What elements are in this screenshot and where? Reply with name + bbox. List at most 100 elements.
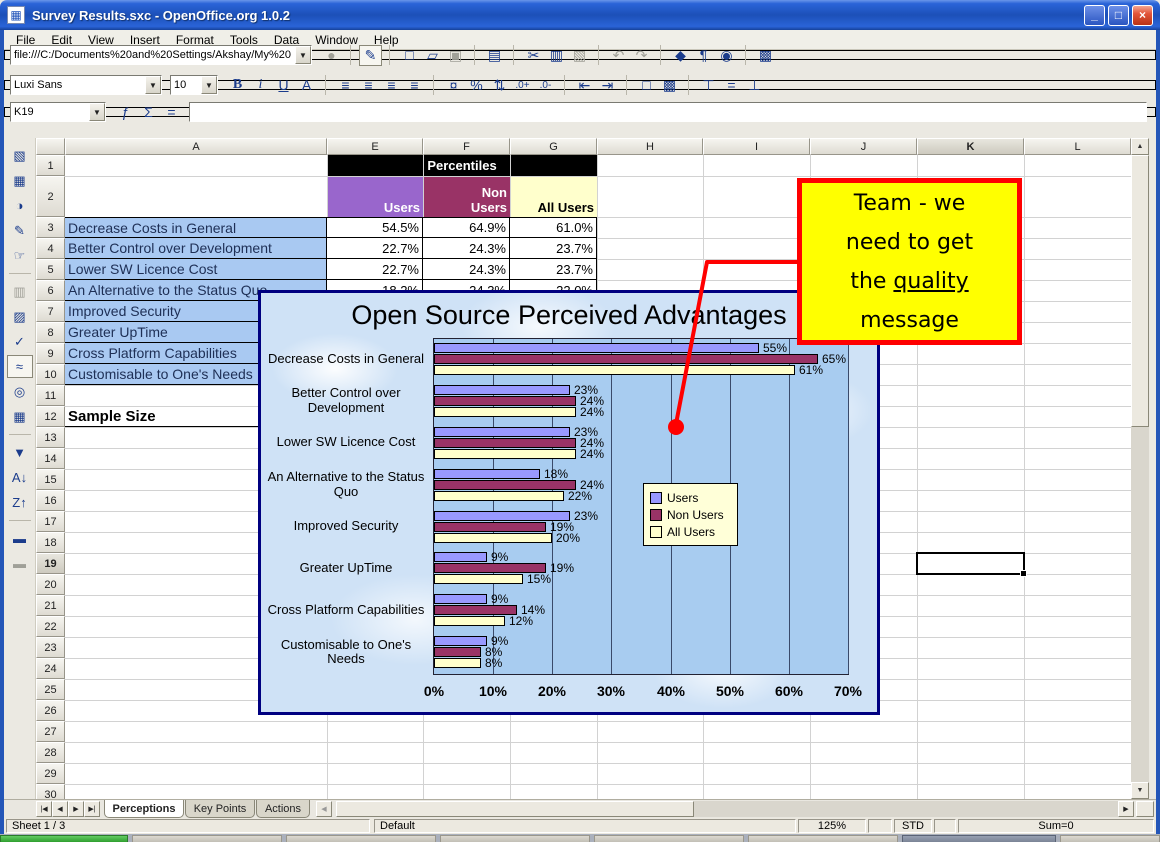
row-header-20[interactable]: 20 (36, 574, 65, 595)
taskbar-window-button[interactable] (902, 835, 1056, 842)
value-cell[interactable]: 61.0% (510, 217, 597, 238)
find-icon[interactable]: ◎ (7, 380, 33, 403)
auto-spellcheck-icon[interactable]: ≈ (7, 355, 33, 378)
row-header-13[interactable]: 13 (36, 427, 65, 448)
percentiles-header-cell[interactable]: Percentiles (327, 155, 597, 176)
spellcheck-icon[interactable]: ✓ (7, 330, 33, 353)
chart-object[interactable]: Open Source Perceived Advantages Decreas… (258, 290, 880, 715)
data-sources-icon[interactable]: ▦ (7, 405, 33, 428)
decrease-indent-icon[interactable]: ⇤ (573, 75, 596, 96)
select-all-corner[interactable] (36, 138, 65, 155)
selected-cell-k19[interactable] (916, 552, 1025, 575)
taskbar-window-button[interactable] (1060, 835, 1160, 842)
edit-file-icon[interactable]: ✎ (359, 45, 382, 66)
row-header-27[interactable]: 27 (36, 721, 65, 742)
scroll-right-icon[interactable]: ▶ (1118, 801, 1134, 817)
formula-input-line[interactable] (189, 102, 1147, 122)
url-input[interactable] (11, 47, 295, 63)
column-header-f[interactable]: F (423, 138, 510, 155)
row-header-9[interactable]: 9 (36, 343, 65, 364)
number-percent-icon[interactable]: % (465, 75, 488, 96)
url-combobox[interactable]: ▼ (10, 45, 312, 65)
all-users-header-cell[interactable]: All Users (510, 176, 597, 217)
font-size-input[interactable] (171, 77, 201, 93)
new-document-icon[interactable]: □ (398, 45, 421, 66)
align-vcenter-icon[interactable]: = (720, 75, 743, 96)
insert-object-icon[interactable]: ◑ (7, 194, 33, 217)
italic-icon[interactable]: i (249, 75, 272, 96)
value-cell[interactable]: 54.5% (327, 217, 423, 238)
column-header-h[interactable]: H (597, 138, 703, 155)
number-standard-icon[interactable]: ⇅ (488, 75, 511, 96)
tab-perceptions[interactable]: Perceptions (104, 800, 184, 818)
tab-key-points[interactable]: Key Points (185, 800, 255, 818)
insert-cells-icon[interactable]: ▦ (7, 169, 33, 192)
row-header-23[interactable]: 23 (36, 637, 65, 658)
column-header-a[interactable]: A (65, 138, 327, 155)
row-header-8[interactable]: 8 (36, 322, 65, 343)
row-header-11[interactable]: 11 (36, 385, 65, 406)
row-header-15[interactable]: 15 (36, 469, 65, 490)
value-cell[interactable]: 64.9% (423, 217, 510, 238)
row-label-cell[interactable]: Better Control over Development (65, 238, 327, 259)
taskbar-window-button[interactable] (594, 835, 744, 842)
vertical-scroll-thumb[interactable] (1131, 155, 1149, 427)
row-header-25[interactable]: 25 (36, 679, 65, 700)
row-label-cell[interactable]: Decrease Costs in General (65, 217, 327, 238)
row-header-10[interactable]: 10 (36, 364, 65, 385)
row-header-22[interactable]: 22 (36, 616, 65, 637)
row-header-3[interactable]: 3 (36, 217, 65, 238)
last-sheet-icon[interactable]: ▶| (84, 801, 100, 817)
gallery-icon[interactable]: ▩ (754, 45, 777, 66)
split-window-icon[interactable]: ▬ (7, 527, 33, 550)
row-header-28[interactable]: 28 (36, 742, 65, 763)
print-icon[interactable]: ▤ (483, 45, 506, 66)
name-box-dropdown-icon[interactable]: ▼ (89, 103, 105, 121)
align-bottom-icon[interactable]: ⊥ (743, 75, 766, 96)
open-icon[interactable]: ▱ (421, 45, 444, 66)
font-size-combobox[interactable]: ▼ (170, 75, 218, 95)
users-header-cell[interactable]: Users (327, 176, 423, 217)
column-header-i[interactable]: I (703, 138, 810, 155)
taskbar-start-button[interactable] (0, 835, 128, 842)
copy-icon[interactable]: ▥ (545, 45, 568, 66)
value-cell[interactable]: 24.3% (423, 259, 510, 280)
next-sheet-icon[interactable]: ▶ (68, 801, 84, 817)
value-cell[interactable]: 22.7% (327, 259, 423, 280)
row-header-26[interactable]: 26 (36, 700, 65, 721)
row-header-6[interactable]: 6 (36, 280, 65, 301)
function-wizard-icon[interactable]: ƒ (114, 102, 137, 123)
callout-note[interactable]: Team - we need to get the quality messag… (797, 178, 1022, 345)
row-header-5[interactable]: 5 (36, 259, 65, 280)
stylist-icon[interactable]: ¶ (692, 45, 715, 66)
row-header-17[interactable]: 17 (36, 511, 65, 532)
sort-descending-icon[interactable]: Z↑ (7, 491, 33, 514)
horizontal-scroll-thumb[interactable] (336, 801, 694, 817)
row-header-16[interactable]: 16 (36, 490, 65, 511)
column-header-k[interactable]: K (917, 138, 1024, 155)
url-dropdown-icon[interactable]: ▼ (295, 46, 311, 64)
taskbar-window-button[interactable] (440, 835, 590, 842)
font-name-dropdown-icon[interactable]: ▼ (145, 76, 161, 94)
row-header-18[interactable]: 18 (36, 532, 65, 553)
taskbar-window-button[interactable] (132, 835, 282, 842)
row-label-cell[interactable]: Lower SW Licence Cost (65, 259, 327, 280)
row-header-12[interactable]: 12 (36, 406, 65, 427)
value-cell[interactable]: 24.3% (423, 238, 510, 259)
value-cell[interactable]: 22.7% (327, 238, 423, 259)
scroll-down-icon[interactable]: ▼ (1131, 782, 1149, 799)
font-name-input[interactable] (11, 77, 145, 93)
font-size-dropdown-icon[interactable]: ▼ (201, 76, 217, 94)
value-cell[interactable]: 23.7% (510, 238, 597, 259)
scroll-up-icon[interactable]: ▲ (1131, 138, 1149, 155)
insert-icon[interactable]: ▧ (7, 144, 33, 167)
horizontal-scroll-track[interactable] (694, 801, 1118, 817)
borders-icon[interactable]: □ (635, 75, 658, 96)
non-users-header-cell[interactable]: Non Users (423, 176, 510, 217)
maximize-button[interactable]: □ (1108, 5, 1129, 26)
increase-indent-icon[interactable]: ⇥ (596, 75, 619, 96)
autofilter-icon[interactable]: ▼ (7, 441, 33, 464)
underline-icon[interactable]: U (272, 75, 295, 96)
row-header-14[interactable]: 14 (36, 448, 65, 469)
row-header-2[interactable]: 2 (36, 176, 65, 217)
